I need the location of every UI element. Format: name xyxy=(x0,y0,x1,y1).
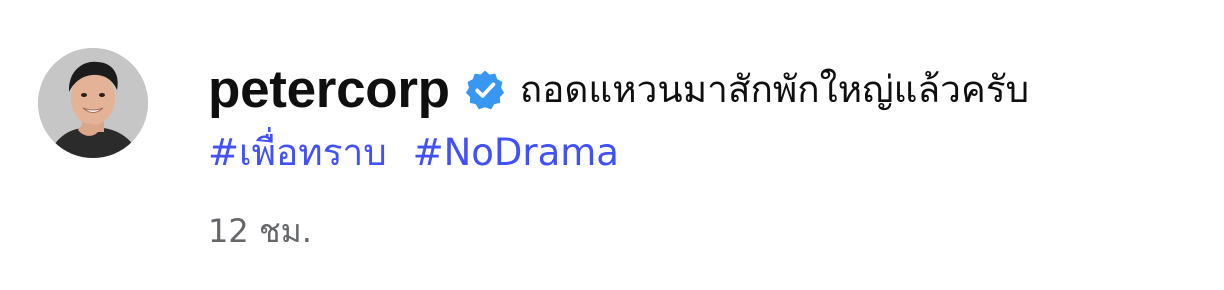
avatar-photo xyxy=(38,48,148,158)
verified-badge-icon xyxy=(464,69,506,111)
username-link[interactable]: petercorp xyxy=(208,59,450,120)
timestamp[interactable]: 12 ชม. xyxy=(208,206,312,257)
comment-body: petercorp ถอดแหวนมาสักพักใหญ่แล้วครับ #เ… xyxy=(208,56,1198,251)
hashtag-link[interactable]: #NoDrama xyxy=(413,131,619,174)
avatar[interactable] xyxy=(38,48,148,158)
comment-text: ถอดแหวนมาสักพักใหญ่แล้วครับ xyxy=(519,67,1030,111)
hashtag-link[interactable]: #เพื่อทราบ xyxy=(208,131,387,174)
comment: petercorp ถอดแหวนมาสักพักใหญ่แล้วครับ #เ… xyxy=(0,0,1224,290)
comment-header: petercorp ถอดแหวนมาสักพักใหญ่แล้วครับ xyxy=(208,56,1198,122)
hashtag-line: #เพื่อทราบ #NoDrama xyxy=(208,128,1198,178)
